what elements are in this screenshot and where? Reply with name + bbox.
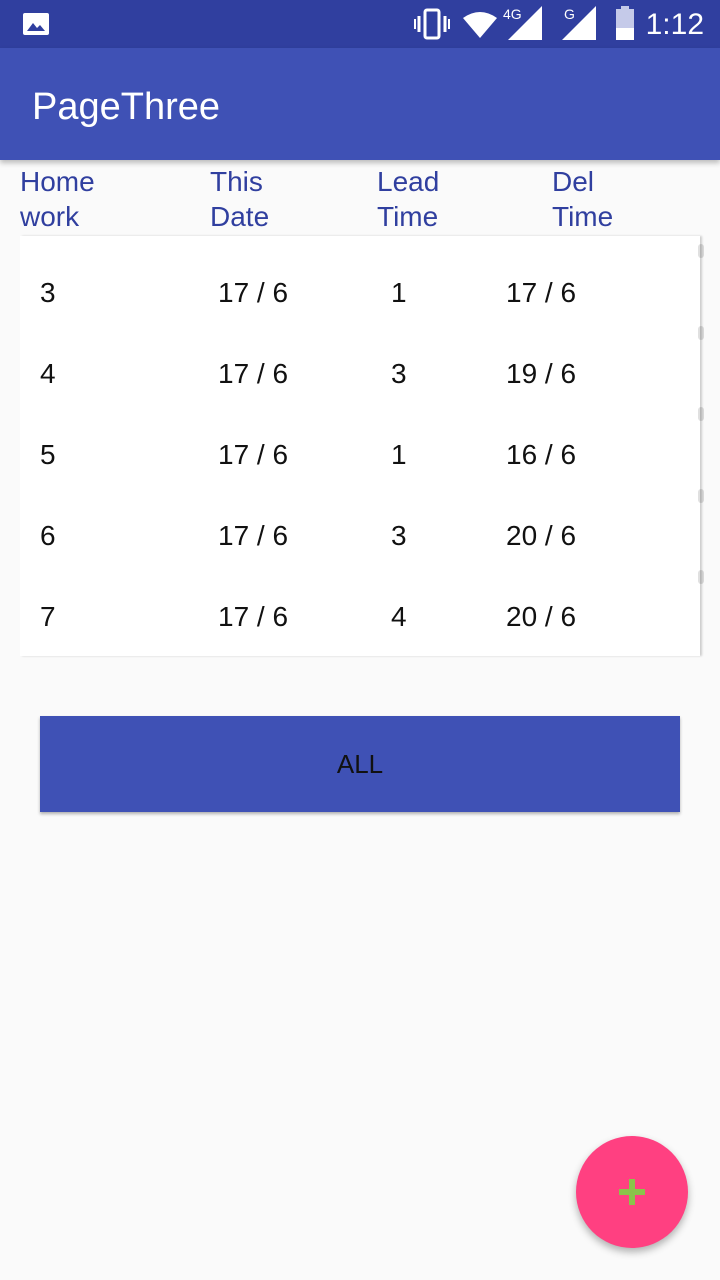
card-edge-shadow <box>698 244 704 258</box>
header-lead-time-line2: Time <box>377 201 439 232</box>
signal-4g-icon <box>508 6 542 40</box>
header-del-time-line1: Del <box>552 166 595 197</box>
cell-this-date: 17 / 6 <box>218 601 289 632</box>
list-item[interactable]: 7 17 / 6 4 20 / 6 <box>20 576 700 657</box>
cell-lead-time: 4 <box>391 601 407 632</box>
header-lead-time: Lead Time <box>377 164 439 234</box>
header-del-time-line2: Time <box>552 201 614 232</box>
header-lead-time-line1: Lead <box>377 166 440 197</box>
cell-lead-time: 3 <box>391 520 407 551</box>
cell-del-time: 19 / 6 <box>506 358 577 389</box>
card-edge-shadow <box>698 407 704 421</box>
cell-homework: 3 <box>40 277 56 308</box>
cell-homework: 6 <box>40 520 56 551</box>
cell-lead-time: 1 <box>391 277 407 308</box>
header-homework-line2: work <box>20 201 80 232</box>
cell-del-time: 17 / 6 <box>506 277 577 308</box>
signal-g-icon <box>562 6 596 40</box>
cell-del-time: 20 / 6 <box>506 601 577 632</box>
status-bar: 4G G 1:12 <box>0 0 720 48</box>
app-bar: PageThree <box>0 48 720 160</box>
cell-del-time: 16 / 6 <box>506 439 577 470</box>
page-title: PageThree <box>32 86 221 128</box>
cell-homework: 5 <box>40 439 56 470</box>
cell-lead-time: 1 <box>391 439 407 470</box>
list-item[interactable]: 3 17 / 6 1 17 / 6 <box>20 252 700 333</box>
list-item[interactable]: 6 17 / 6 3 20 / 6 <box>20 495 700 576</box>
vibrate-icon <box>414 8 450 40</box>
cell-this-date: 17 / 6 <box>218 277 289 308</box>
header-homework: Home work <box>20 164 95 234</box>
card-edge-shadow <box>698 489 704 503</box>
plus-icon <box>619 1179 645 1205</box>
header-this-date: This Date <box>210 164 269 234</box>
battery-icon <box>616 6 634 40</box>
card-edge-shadow <box>698 326 704 340</box>
header-homework-line1: Home <box>20 166 95 197</box>
cell-this-date: 17 / 6 <box>218 520 289 551</box>
homework-list[interactable]: 3 17 / 6 1 17 / 6 4 17 / 6 3 19 / 6 5 17… <box>20 236 700 656</box>
card-edge-shadow <box>698 570 704 584</box>
header-del-time: Del Time <box>552 164 613 234</box>
list-item[interactable]: 4 17 / 6 3 19 / 6 <box>20 333 700 414</box>
list-item[interactable]: 5 17 / 6 1 16 / 6 <box>20 414 700 495</box>
header-this-date-line1: This <box>210 166 263 197</box>
image-icon <box>23 13 49 35</box>
cell-this-date: 17 / 6 <box>218 439 289 470</box>
cell-this-date: 17 / 6 <box>218 358 289 389</box>
wifi-icon <box>463 12 497 38</box>
status-time: 1:12 <box>645 8 704 41</box>
all-button[interactable]: ALL <box>40 716 680 812</box>
add-fab-button[interactable] <box>576 1136 688 1248</box>
header-this-date-line2: Date <box>210 201 270 232</box>
cell-lead-time: 3 <box>391 358 407 389</box>
cell-del-time: 20 / 6 <box>506 520 577 551</box>
cell-homework: 7 <box>40 601 56 632</box>
cell-homework: 4 <box>40 358 56 389</box>
